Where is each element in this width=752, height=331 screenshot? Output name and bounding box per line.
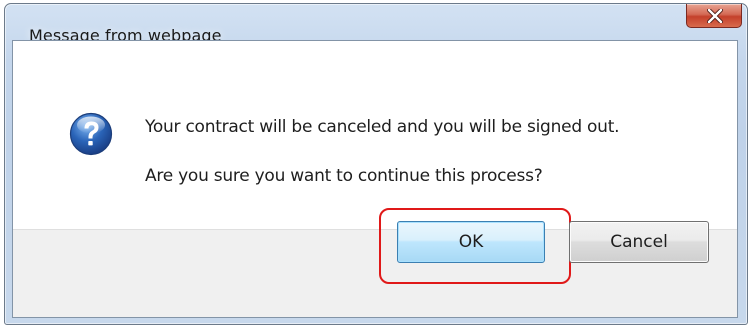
message-line-1: Your contract will be canceled and you w…	[145, 117, 620, 137]
title-bar[interactable]: Message from webpage	[5, 4, 747, 45]
screenshot-stage: Message from webpage Your contract will …	[0, 0, 752, 331]
dialog-client: Your contract will be canceled and you w…	[12, 40, 738, 318]
message-area: Your contract will be canceled and you w…	[13, 41, 737, 229]
close-icon	[707, 9, 723, 23]
cancel-button[interactable]: Cancel	[569, 221, 709, 263]
question-icon	[69, 112, 113, 156]
close-button[interactable]	[686, 4, 742, 28]
ok-button[interactable]: OK	[397, 221, 545, 263]
message-line-2: Are you sure you want to continue this p…	[145, 166, 543, 186]
